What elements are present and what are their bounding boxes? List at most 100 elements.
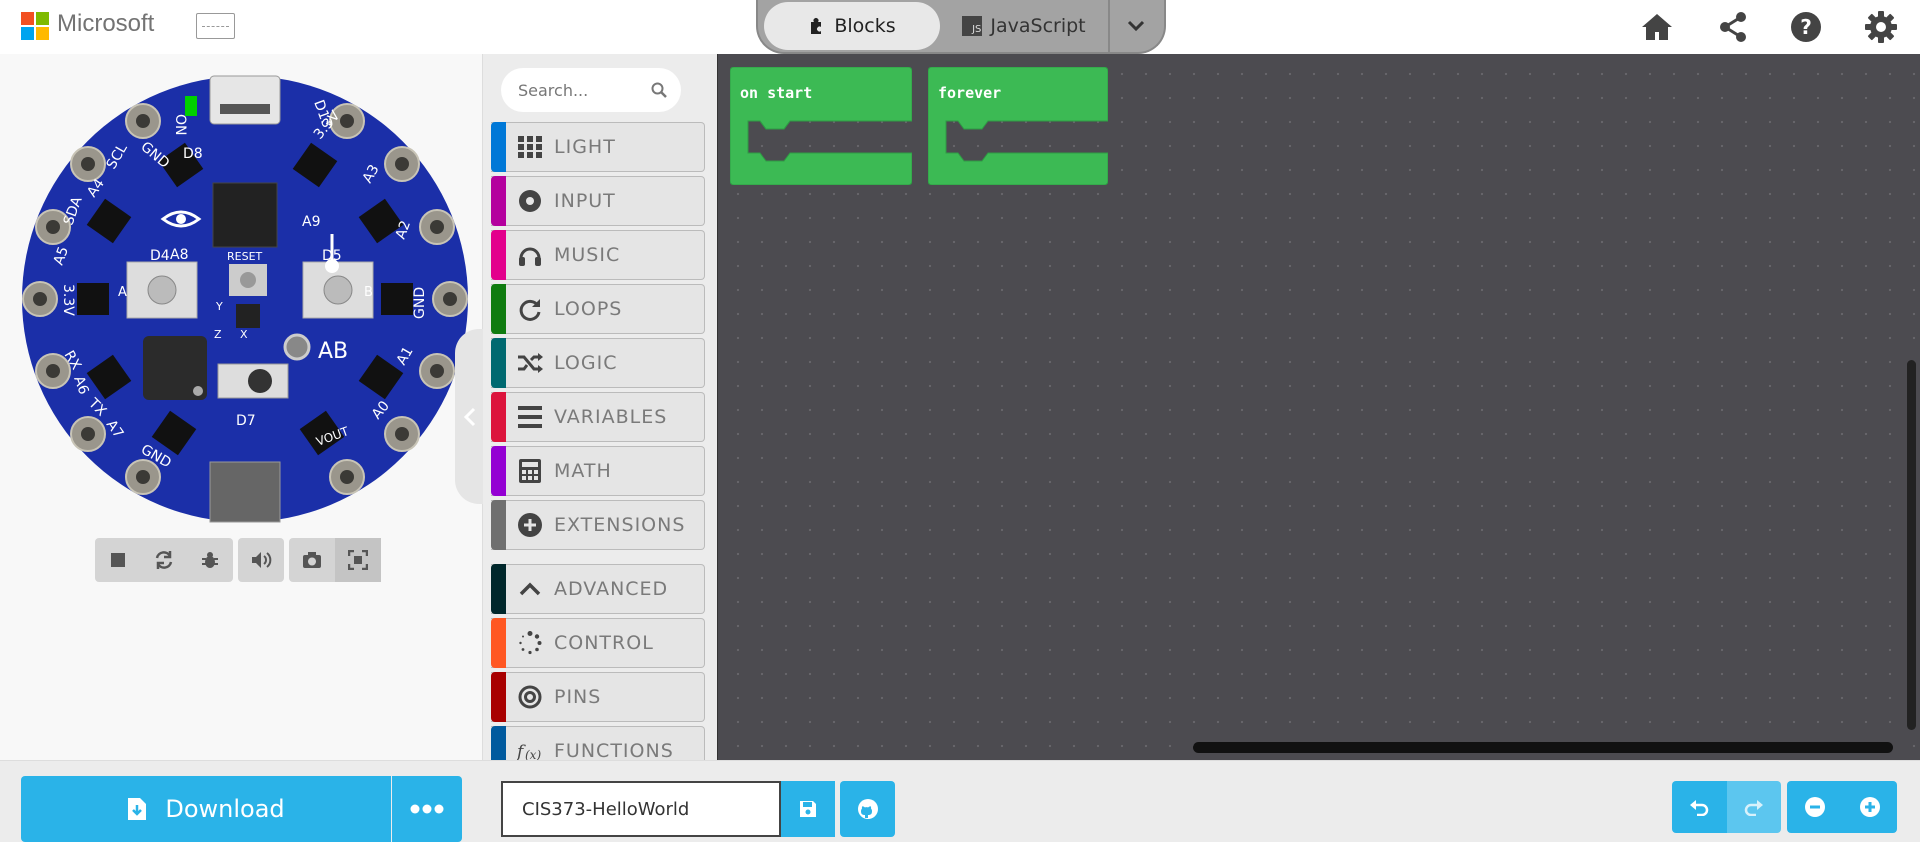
label-reset: RESET	[227, 250, 263, 263]
fullscreen-icon	[348, 550, 368, 570]
forever-block[interactable]: forever	[927, 66, 1109, 186]
category-pins[interactable]: PINS	[491, 672, 705, 722]
microsoft-logo-icon[interactable]	[21, 12, 50, 41]
collapse-simulator-button[interactable]	[455, 329, 485, 504]
tab-javascript-label: JavaScript	[990, 15, 1086, 37]
github-icon	[857, 799, 878, 819]
list-lines-icon	[518, 406, 542, 428]
category-label: EXTENSIONS	[554, 514, 686, 536]
vertical-scrollbar[interactable]	[1907, 360, 1916, 730]
tab-javascript[interactable]: JS JavaScript	[954, 2, 1094, 50]
top-menu-bar: Microsoft Blocks JS JavaScript ?	[0, 0, 1920, 54]
category-label: LIGHT	[554, 136, 616, 158]
label-a9: A9	[302, 214, 320, 230]
mute-button[interactable]	[238, 538, 284, 582]
label-d4: D4	[150, 248, 170, 264]
category-extensions[interactable]: EXTENSIONS	[491, 500, 705, 550]
circuit-playground-board[interactable]: ON D13 GND D8 3.3V A3 SCL A4 A9 A2 SDA A…	[20, 74, 470, 524]
category-input[interactable]: INPUT	[491, 176, 705, 226]
fullscreen-button[interactable]	[335, 538, 381, 582]
svg-text:(x): (x)	[525, 748, 541, 760]
category-loops[interactable]: LOOPS	[491, 284, 705, 334]
tab-blocks[interactable]: Blocks	[764, 2, 940, 50]
brand-name[interactable]: Microsoft	[57, 10, 154, 38]
home-icon	[1642, 14, 1672, 40]
download-more-button[interactable]	[392, 776, 462, 842]
spinner-icon	[519, 631, 542, 655]
zoom-out-button[interactable]	[1787, 781, 1842, 833]
category-label: ADVANCED	[554, 578, 669, 600]
toggle-divider	[1108, 0, 1110, 52]
label-gnd-right: GND	[412, 287, 428, 319]
tab-blocks-label: Blocks	[834, 15, 896, 37]
search-placeholder: Search...	[518, 80, 589, 100]
home-button[interactable]	[1638, 8, 1676, 46]
editor-toggle: Blocks JS JavaScript	[756, 0, 1166, 54]
screenshot-icon	[303, 552, 321, 568]
zoom-in-button[interactable]	[1842, 781, 1897, 833]
help-icon: ?	[1791, 12, 1821, 42]
redo-button[interactable]	[1726, 781, 1781, 833]
category-label: PINS	[554, 686, 602, 708]
chevron-left-icon	[464, 407, 476, 426]
category-variables[interactable]: VARIABLES	[491, 392, 705, 442]
share-button[interactable]	[1714, 8, 1752, 46]
blocks-workspace[interactable]: on start forever	[717, 54, 1920, 760]
download-button[interactable]: Download	[21, 776, 391, 842]
debug-button[interactable]	[187, 538, 233, 582]
chevron-down-icon	[1127, 20, 1145, 32]
category-math[interactable]: MATH	[491, 446, 705, 496]
simulator-toolbar	[95, 538, 381, 582]
help-button[interactable]: ?	[1787, 8, 1825, 46]
zoom-out-icon	[1804, 797, 1825, 817]
category-control[interactable]: CONTROL	[491, 618, 705, 668]
project-name-input[interactable]: CIS373-HelloWorld	[501, 781, 781, 837]
category-label: FUNCTIONS	[554, 740, 674, 760]
undo-button[interactable]	[1672, 781, 1727, 833]
calculator-icon	[519, 459, 541, 483]
input-dot-icon	[519, 190, 541, 212]
label-on: ON	[172, 114, 188, 136]
category-functions[interactable]: f (x) FUNCTIONS	[491, 726, 705, 760]
on-start-block[interactable]: on start	[729, 66, 913, 186]
category-label: CONTROL	[554, 632, 654, 654]
sim-run-group	[95, 538, 233, 582]
category-advanced[interactable]: ADVANCED	[491, 564, 705, 614]
debug-icon	[202, 552, 218, 568]
category-logic[interactable]: LOGIC	[491, 338, 705, 388]
function-icon: f (x)	[517, 742, 541, 760]
settings-icon	[1865, 11, 1897, 43]
label-d5: D5	[322, 248, 342, 264]
save-icon	[800, 801, 816, 817]
save-button[interactable]	[781, 781, 835, 837]
horizontal-scrollbar[interactable]	[1193, 742, 1893, 753]
simulator-panel: ON D13 GND D8 3.3V A3 SCL A4 A9 A2 SDA A…	[0, 54, 485, 760]
settings-button[interactable]	[1862, 8, 1900, 46]
category-music[interactable]: MUSIC	[491, 230, 705, 280]
plus-circle-icon	[518, 513, 542, 537]
chevron-up-icon	[519, 582, 541, 596]
stop-button[interactable]	[95, 538, 141, 582]
download-label: Download	[165, 795, 285, 823]
label-v33-left: 3.3V	[60, 284, 76, 316]
device-logo-icon[interactable]	[196, 13, 235, 39]
editor-dropdown-button[interactable]	[1122, 12, 1150, 40]
restart-icon	[155, 551, 173, 569]
redo-icon	[1744, 800, 1763, 816]
restart-button[interactable]	[141, 538, 187, 582]
zoom-group	[1787, 781, 1897, 833]
forever-label: forever	[938, 84, 1002, 102]
svg-text:?: ?	[1800, 15, 1812, 39]
github-button[interactable]	[840, 781, 895, 837]
grid-icon	[518, 136, 542, 158]
search-icon	[651, 82, 667, 98]
share-icon	[1720, 12, 1746, 42]
category-light[interactable]: LIGHT	[491, 122, 705, 172]
category-label: LOGIC	[554, 352, 618, 374]
on-start-label: on start	[740, 84, 813, 102]
screenshot-button[interactable]	[289, 538, 335, 582]
editor-toolbar: Download CIS373-HelloWorld	[0, 760, 1920, 842]
toolbox-search-input[interactable]: Search...	[501, 68, 681, 112]
label-button-b: B	[364, 285, 373, 300]
puzzle-icon	[811, 18, 822, 34]
